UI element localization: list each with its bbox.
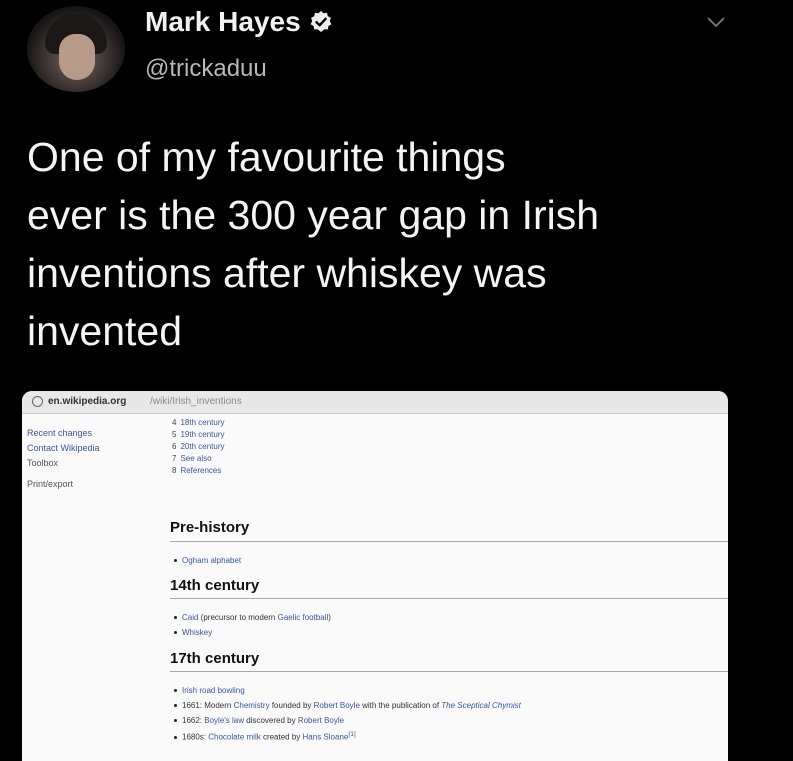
list-item: 1661: Modern Chemistry founded by Robert… [174,701,521,710]
bullet-icon [174,689,177,693]
toc-item: 8 References [172,467,224,479]
url-bar: en.wikipedia.org /wiki/Irish_inventions [22,391,728,414]
handle[interactable]: @trickaduu [145,55,267,83]
tweet-line: ever is the 300 year gap in Irish [27,192,600,238]
tweet-line: One of my favourite things [27,134,506,180]
bullet-icon [174,631,177,635]
sidebar-item: Print/export [27,479,74,489]
list-item: Whiskey [174,628,212,637]
url-path: /wiki/Irish_inventions [150,396,242,407]
list-item-link[interactable]: Chemistry [234,701,270,710]
list-item-text: 1662: [182,716,205,725]
list-item-text: 1661: Modern [182,701,234,710]
list-item: 1662: Boyle's law discovered by Robert B… [174,716,344,725]
toc-label: 19th century [180,430,225,439]
toc-label: 18th century [180,418,225,427]
heading-divider [170,598,728,599]
bullet-icon [174,704,177,708]
avatar-face [59,34,95,80]
globe-icon [32,396,43,407]
citation[interactable]: [1] [348,731,355,738]
toc-num: 6 [172,442,177,451]
list-item-link[interactable]: Chocolate milk [208,733,260,742]
list-item-text: 1680s: [182,732,209,742]
attached-screenshot[interactable]: en.wikipedia.org /wiki/Irish_inventions … [22,391,728,761]
tweet-line: inventions after whiskey was [27,250,547,296]
list-item-link[interactable]: Hans Sloane [303,733,349,742]
section-heading: 14th century [170,577,260,594]
toc-num: 8 [172,466,177,475]
bullet-icon [174,559,177,563]
list-item-text: ) [328,613,331,622]
tweet-text: One of my favourite things ever is the 3… [27,128,747,360]
display-name[interactable]: Mark Hayes [145,6,301,38]
verified-badge-icon [310,11,332,32]
sidebar-item: Toolbox [27,458,59,468]
toc-label: 20th century [180,442,225,451]
list-item-text: founded by [269,701,314,710]
url-domain: en.wikipedia.org [48,396,127,407]
tweet-line: invented [27,308,183,354]
list-item-link[interactable]: Robert Boyle [298,716,344,725]
list-item-link[interactable]: Ogham alphabet [182,556,241,565]
bullet-icon [174,616,177,620]
list-item-link[interactable]: Caid [182,613,198,622]
list-item: Ogham alphabet [174,556,241,565]
list-item-link[interactable]: Whiskey [182,628,212,637]
list-item: Caid (precursor to modern Gaelic footbal… [174,613,331,622]
list-item-link[interactable]: Gaelic football [278,613,329,622]
toc-num: 7 [172,454,177,463]
list-item: 1680s: Chocolate milk created by Hans Sl… [174,731,356,742]
list-item: Irish road bowling [174,686,245,695]
table-of-contents: 4 18th century 5 19th century 6 20th centur… [172,419,224,479]
list-item-link[interactable]: Irish road bowling [182,686,245,695]
toc-label: See also [180,454,212,463]
section-heading: Pre-history [170,519,250,536]
toc-num: 4 [172,418,177,427]
list-item-link[interactable]: The Sceptical Chymist [441,701,521,710]
wiki-sidebar: Recent changes Contact Wikipedia Toolbox… [27,429,100,495]
heading-divider [170,541,728,542]
chevron-down-icon[interactable] [704,12,728,32]
bullet-icon [174,719,177,723]
author-name-row: Mark Hayes [145,6,333,38]
sidebar-item: Contact Wikipedia [27,443,100,453]
toc-num: 5 [172,430,177,439]
list-item-link[interactable]: Boyle's law [204,716,244,725]
bullet-icon [174,736,177,740]
list-item-text: discovered by [244,716,298,725]
toc-label: References [180,466,222,475]
list-item-link[interactable]: Robert Boyle [314,701,360,710]
list-item-text: (precursor to modern [198,613,278,622]
list-item-text: with the publication of [359,701,442,710]
avatar[interactable] [27,6,125,92]
heading-divider [170,671,728,672]
sidebar-item: Recent changes [27,428,93,438]
list-item-text: created by [260,732,303,742]
section-heading: 17th century [170,650,260,667]
